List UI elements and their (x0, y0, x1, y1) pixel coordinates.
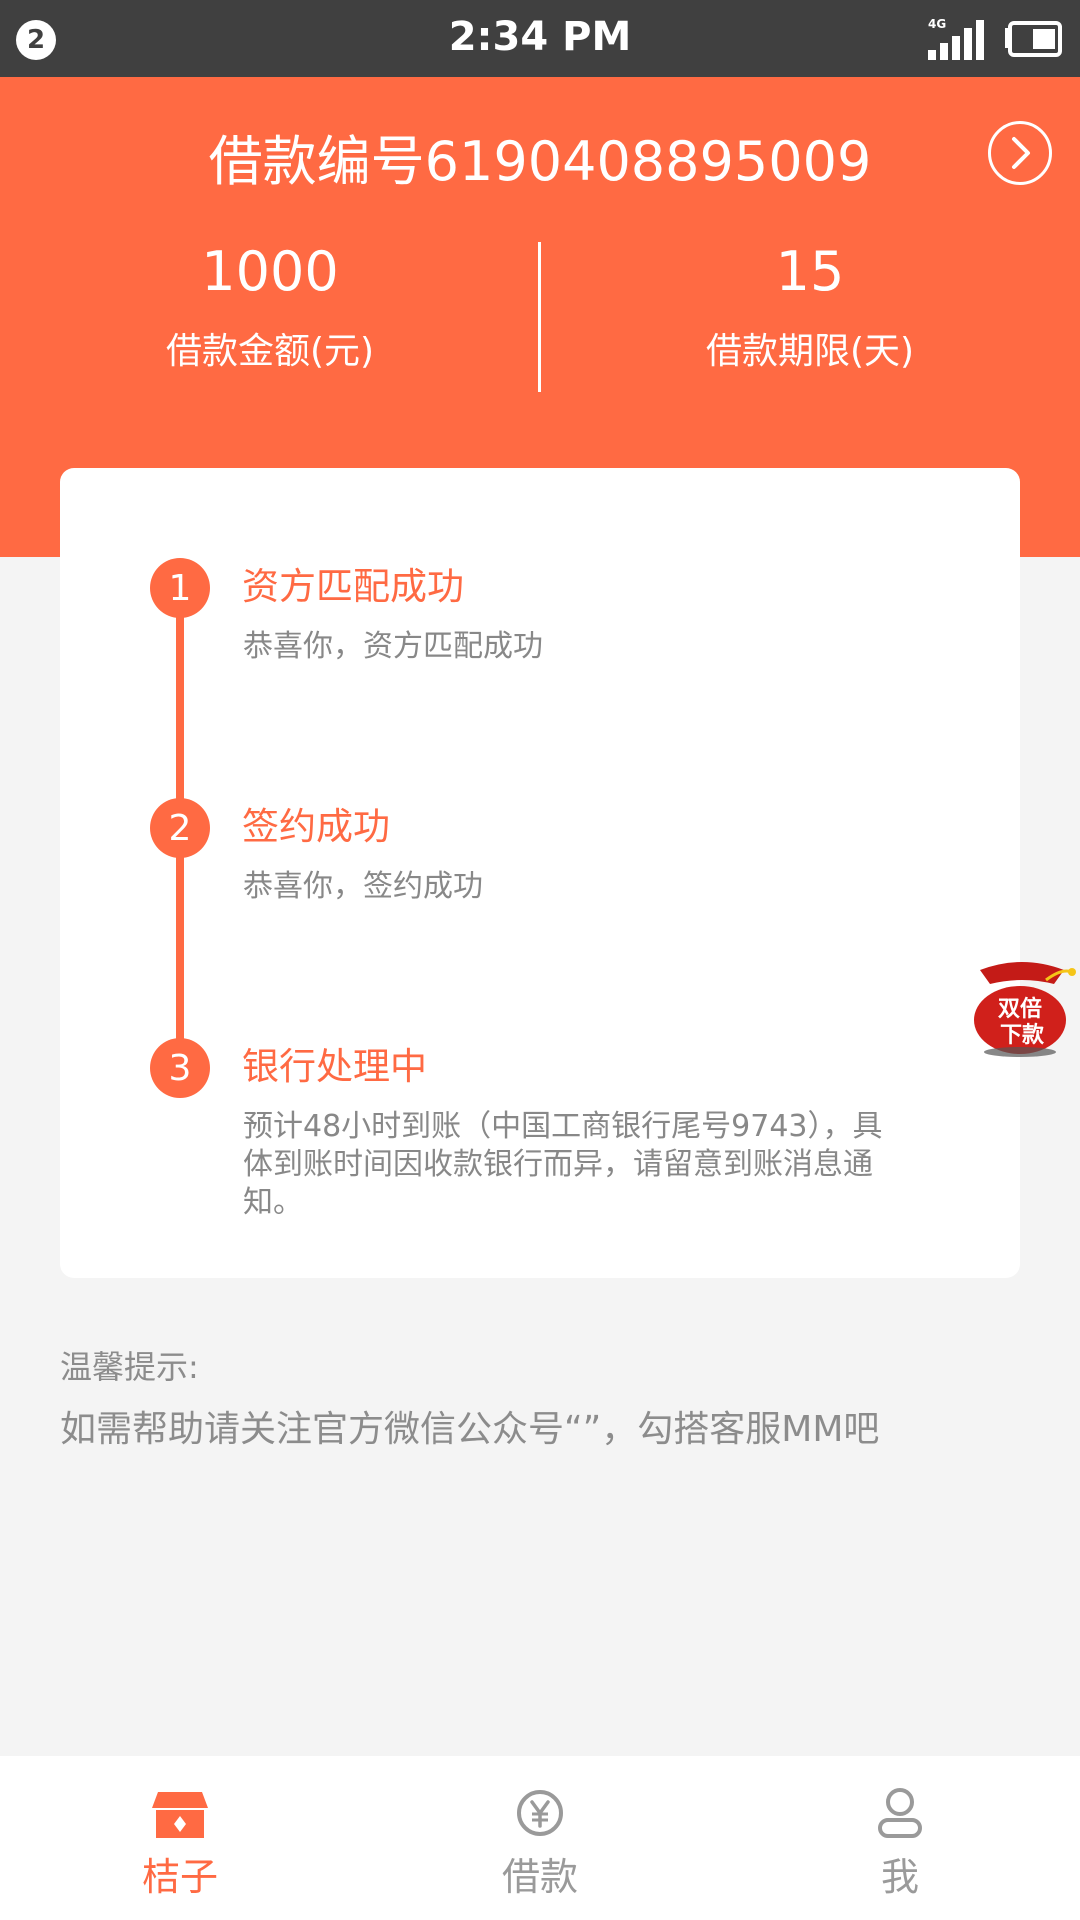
step-description: 恭喜你，资方匹配成功 (243, 629, 543, 664)
loan-term-label: 借款期限(天) (705, 331, 915, 372)
loan-amount-label: 借款金额(元) (165, 331, 375, 372)
user-icon (878, 1788, 922, 1838)
nav-tab-juzi[interactable]: 桔子 (0, 1756, 360, 1920)
promo-line-2: 下款 (1000, 1022, 1045, 1048)
step-number: 3 (150, 1038, 210, 1098)
step-description: 恭喜你，签约成功 (243, 869, 483, 904)
battery-icon (1005, 21, 1062, 57)
tips-text: 如需帮助请关注官方微信公众号“”，勾搭客服MM吧 (60, 1409, 880, 1450)
step-title: 资方匹配成功 (242, 565, 464, 608)
tips-title: 温馨提示: (60, 1348, 199, 1386)
step-number: 2 (150, 798, 210, 858)
step-number: 1 (150, 558, 210, 618)
nav-label: 借款 (501, 1855, 578, 1899)
loan-term-block: 15 借款期限(天) (540, 237, 1080, 377)
progress-card: 1 资方匹配成功 恭喜你，资方匹配成功 2 签约成功 恭喜你，签约成功 3 银行… (60, 468, 1020, 1278)
step-description: 预计48小时到账（中国工商银行尾号9743），具体到账时间因收款银行而异，请留意… (243, 1109, 883, 1220)
loan-detail-button[interactable] (988, 121, 1052, 185)
bottom-nav: 桔子 借款 我 (0, 1756, 1080, 1920)
step-title: 银行处理中 (242, 1045, 427, 1088)
status-time: 2:34 PM (448, 14, 632, 60)
loan-number-title: 借款编号6190408895009 (208, 130, 872, 193)
shop-icon (152, 1792, 208, 1838)
nav-tab-me[interactable]: 我 (720, 1756, 1080, 1920)
nav-tab-loan[interactable]: 借款 (360, 1756, 720, 1920)
yuan-icon (517, 1790, 563, 1836)
loan-amount-value: 1000 (201, 240, 339, 303)
nav-label: 桔子 (141, 1855, 218, 1899)
network-label: 4G (928, 18, 946, 31)
step-title: 签约成功 (242, 805, 390, 848)
status-bar: 2 2:34 PM 4G (0, 0, 1080, 77)
signal-icon: 4G (928, 18, 984, 60)
nav-label: 我 (880, 1855, 919, 1899)
double-loan-promo-button[interactable]: 双倍 下款 (966, 950, 1078, 1058)
loan-amount-block: 1000 借款金额(元) (0, 237, 540, 377)
loan-term-value: 15 (775, 240, 845, 303)
promo-line-1: 双倍 (998, 996, 1042, 1022)
chevron-right-icon (1012, 137, 1030, 169)
